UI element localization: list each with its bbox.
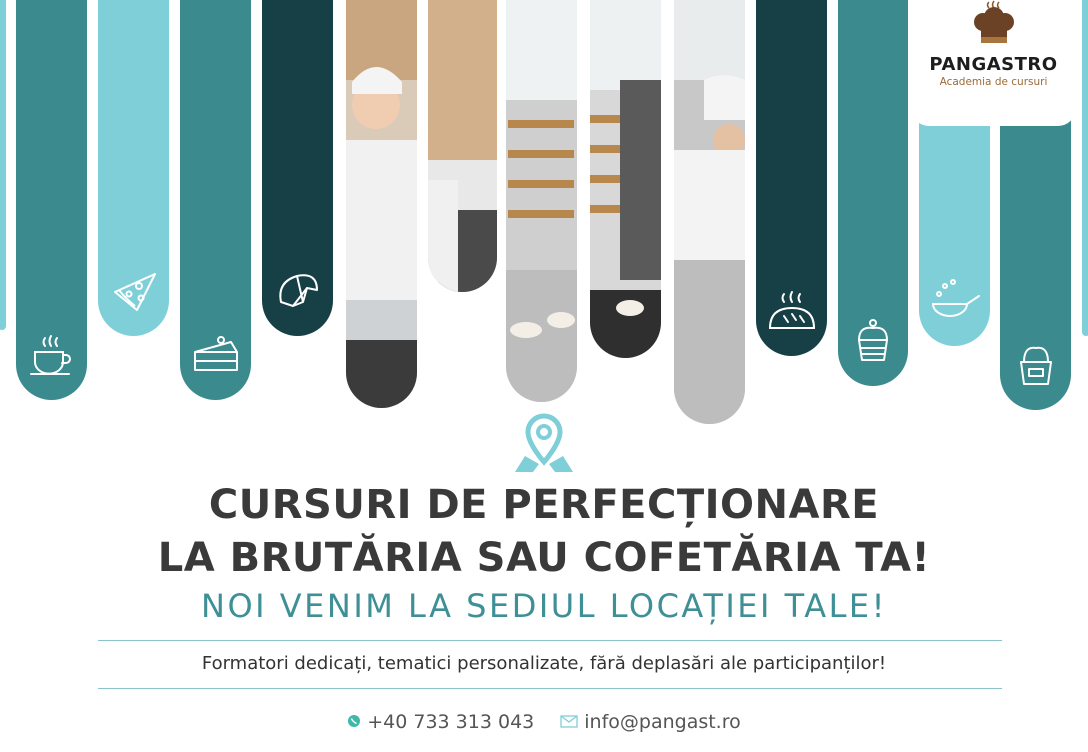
- whatsapp-icon: [347, 711, 361, 733]
- croissant-icon: [273, 268, 323, 314]
- photo-stripe-1: [346, 0, 417, 408]
- contact-bar: +40 733 313 043 info@pangast.ro: [0, 711, 1088, 733]
- headline-line-1: CURSURI DE PERFECȚIONARE: [208, 482, 880, 528]
- stripe-cake: [180, 0, 251, 400]
- pangastro-logo: PANGASTRO Academia de cursuri: [911, 0, 1076, 126]
- email-address: info@pangast.ro: [584, 711, 741, 733]
- bread-loaf-icon: [766, 290, 818, 334]
- phone-number: +40 733 313 043: [367, 711, 535, 733]
- location-pin-icon: [513, 412, 575, 480]
- ice-cream-cup-icon: [1016, 342, 1056, 388]
- photo-stripe-4: [590, 0, 661, 358]
- tagline-text: Formatori dedicați, tematici personaliza…: [201, 653, 887, 674]
- pizza-slice-icon: [109, 268, 159, 314]
- photo-stripe-5: [674, 0, 745, 424]
- brand-tagline: Academia de cursuri: [939, 76, 1048, 88]
- headline-subtitle: NOI VENIM LA SEDIUL LOCAȚIEI TALE!: [201, 587, 887, 625]
- chef-hat-icon: [969, 0, 1019, 52]
- stripe-edge-left: [0, 0, 6, 330]
- stripe-croissant: [262, 0, 333, 336]
- stripe-coffee: [16, 0, 87, 400]
- divider-top: [98, 640, 1002, 641]
- contact-email[interactable]: info@pangast.ro: [560, 711, 741, 733]
- cupcake-icon: [853, 318, 893, 364]
- frying-pan-icon: [929, 278, 981, 324]
- stripe-bread: [756, 0, 827, 356]
- headline-line-2: LA BRUTĂRIA SAU COFETĂRIA TA!: [157, 535, 931, 581]
- brand-name: PANGASTRO: [929, 54, 1058, 75]
- coffee-cup-icon: [29, 334, 75, 378]
- contact-phone[interactable]: +40 733 313 043: [347, 711, 534, 733]
- envelope-icon: [560, 711, 578, 733]
- stripe-cupcake: [838, 0, 908, 386]
- divider-bottom: [98, 688, 1002, 689]
- photo-stripe-3: [506, 0, 577, 402]
- stripe-edge-right: [1082, 0, 1088, 336]
- photo-stripe-2: [428, 0, 497, 292]
- stripe-pizza: [98, 0, 169, 336]
- cake-slice-icon: [191, 334, 241, 378]
